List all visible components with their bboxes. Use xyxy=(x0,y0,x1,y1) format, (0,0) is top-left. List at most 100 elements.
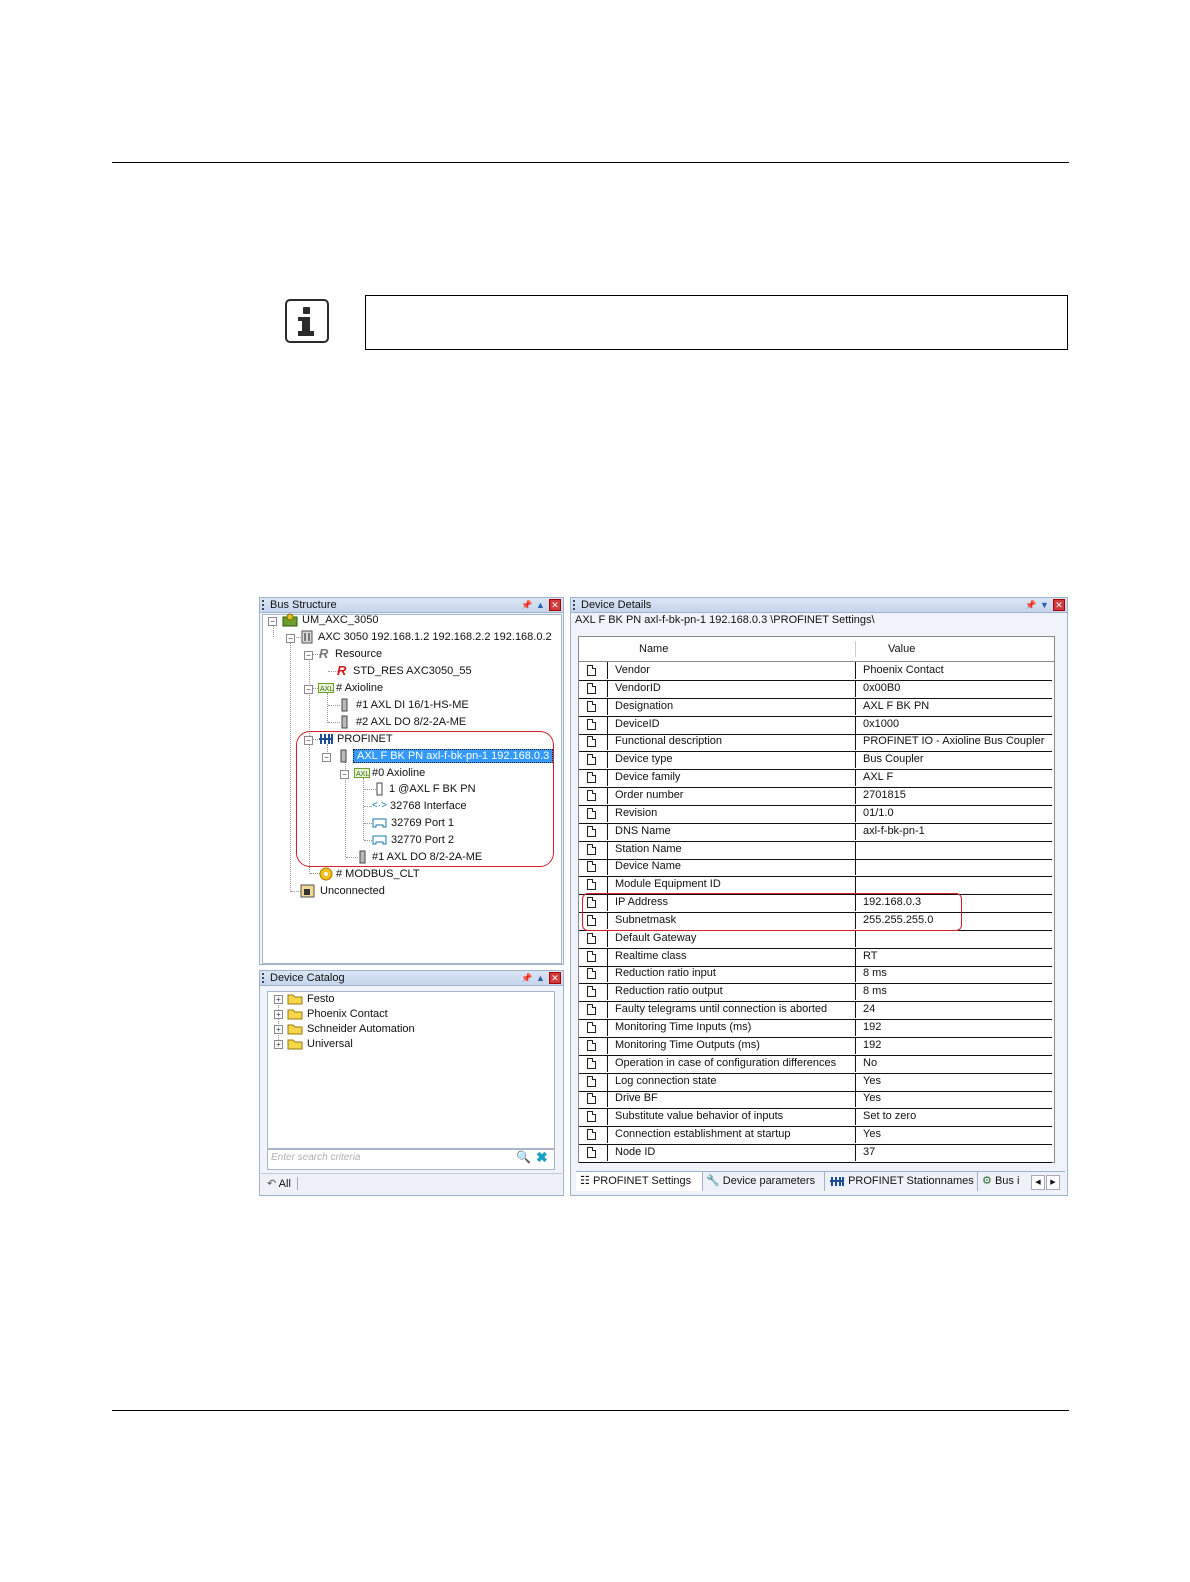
maximize-icon[interactable]: ▲ xyxy=(535,973,546,984)
column-header-value[interactable]: Value xyxy=(888,637,915,661)
detail-row[interactable]: Reduction ratio output 8 ms xyxy=(579,983,1052,1003)
detail-value[interactable]: 192 xyxy=(863,1037,881,1054)
detail-row[interactable]: Station Name xyxy=(579,840,1052,860)
tree-item-std-res[interactable]: R STD_RES AXC3050_55 xyxy=(337,663,472,679)
document-icon xyxy=(587,1004,596,1016)
detail-row[interactable]: Default Gateway xyxy=(579,929,1052,949)
detail-row[interactable]: Faulty telegrams until connection is abo… xyxy=(579,1001,1052,1021)
detail-value[interactable]: 01/1.0 xyxy=(863,805,894,822)
detail-value[interactable]: 192 xyxy=(863,1019,881,1036)
catalog-item-universal[interactable]: Universal xyxy=(287,1036,353,1052)
detail-value[interactable]: RT xyxy=(863,948,877,965)
close-icon[interactable]: ✕ xyxy=(549,599,561,611)
column-header-name[interactable]: Name xyxy=(639,637,668,661)
detail-value[interactable]: No xyxy=(863,1055,877,1072)
detail-row[interactable]: DNS Name axl-f-bk-pn-1 xyxy=(579,822,1052,842)
expand-toggle[interactable]: + xyxy=(274,1010,283,1019)
pin-icon[interactable]: 📌 xyxy=(521,600,532,611)
header-rule xyxy=(112,162,1069,163)
expand-toggle[interactable]: − xyxy=(304,685,313,694)
document-icon xyxy=(587,665,596,676)
detail-row[interactable]: Realtime class RT xyxy=(579,947,1052,967)
detail-value[interactable]: Yes xyxy=(863,1090,881,1107)
tree-item-resource[interactable]: R Resource xyxy=(319,646,382,662)
tree-item-module[interactable]: #1 AXL DI 16/1-HS-ME xyxy=(340,697,469,713)
tree-item-project[interactable]: UM_AXC_3050 xyxy=(282,612,378,628)
detail-value[interactable]: 24 xyxy=(863,1001,875,1018)
detail-row[interactable]: VendorID 0x00B0 xyxy=(579,679,1052,699)
pin-icon[interactable]: 📌 xyxy=(521,973,532,984)
close-icon[interactable]: ✕ xyxy=(1053,599,1065,611)
detail-value[interactable]: 2701815 xyxy=(863,787,906,804)
detail-row[interactable]: Substitute value behavior of inputs Set t… xyxy=(579,1108,1052,1128)
detail-value[interactable]: Bus Coupler xyxy=(863,751,924,768)
tab-profinet-stationnames[interactable]: PROFINET Stationnames xyxy=(825,1172,978,1191)
expand-toggle[interactable]: − xyxy=(304,651,313,660)
tree-item-modbus[interactable]: # MODBUS_CLT xyxy=(318,866,420,882)
detail-row[interactable]: Functional description PROFINET IO - Axio… xyxy=(579,733,1052,753)
detail-row[interactable]: Designation AXL F BK PN xyxy=(579,697,1052,717)
expand-toggle[interactable]: − xyxy=(286,634,295,643)
expand-toggle[interactable]: + xyxy=(274,1025,283,1034)
detail-name: Drive BF xyxy=(615,1092,658,1105)
modbus-icon xyxy=(319,867,333,881)
detail-row[interactable]: Monitoring Time Inputs (ms) 192 xyxy=(579,1019,1052,1038)
tab-scroll-left-button[interactable]: ◀ xyxy=(1031,1175,1045,1190)
detail-value[interactable]: Yes xyxy=(863,1073,881,1090)
detail-row[interactable]: Vendor Phoenix Contact xyxy=(579,662,1052,681)
catalog-item-phoenix[interactable]: Phoenix Contact xyxy=(287,1006,388,1022)
dropdown-icon[interactable]: ▼ xyxy=(1039,600,1050,611)
tree-item-axioline[interactable]: AXL # Axioline xyxy=(318,680,383,696)
module-icon xyxy=(341,698,348,712)
tab-bus[interactable]: ⚙ Bus i xyxy=(978,1172,1032,1191)
detail-row[interactable]: Log connection state Yes xyxy=(579,1072,1052,1092)
pin-icon[interactable]: 📌 xyxy=(1025,600,1036,611)
catalog-search-box[interactable]: Enter search criteria 🔍 ✖ xyxy=(267,1149,555,1170)
detail-row[interactable]: DeviceID 0x1000 xyxy=(579,715,1052,735)
detail-value[interactable]: Yes xyxy=(863,1126,881,1143)
clear-search-icon[interactable]: ✖ xyxy=(536,1149,548,1166)
filter-all-button[interactable]: ↶ All xyxy=(267,1177,298,1190)
detail-value[interactable]: 0x1000 xyxy=(863,716,899,733)
detail-row[interactable]: Node ID 37 xyxy=(579,1143,1052,1163)
detail-name: Operation in case of configuration diffe… xyxy=(615,1056,837,1069)
expand-toggle[interactable]: + xyxy=(274,995,283,1004)
detail-value[interactable]: AXL F BK PN xyxy=(863,698,929,715)
catalog-item-schneider[interactable]: Schneider Automation xyxy=(287,1021,415,1037)
detail-row[interactable]: Drive BF Yes xyxy=(579,1090,1052,1110)
detail-row[interactable]: Revision 01/1.0 xyxy=(579,804,1052,824)
expand-toggle[interactable]: + xyxy=(274,1040,283,1049)
tab-device-parameters[interactable]: 🔧 Device parameters xyxy=(702,1172,825,1191)
tab-profinet-settings[interactable]: ☷ PROFINET Settings xyxy=(576,1172,703,1191)
close-icon[interactable]: ✕ xyxy=(549,972,561,984)
detail-value[interactable]: 0x00B0 xyxy=(863,680,900,697)
detail-name: Log connection state xyxy=(615,1074,717,1087)
search-icon[interactable]: 🔍 xyxy=(516,1150,531,1164)
detail-row[interactable]: Connection establishment at startup Yes xyxy=(579,1126,1052,1146)
detail-value[interactable]: 8 ms xyxy=(863,983,887,1000)
detail-row[interactable]: Device Name xyxy=(579,858,1052,878)
detail-value[interactable]: 8 ms xyxy=(863,965,887,982)
detail-value[interactable]: PROFINET IO - Axioline Bus Coupler xyxy=(863,733,1044,750)
detail-row[interactable]: Reduction ratio input 8 ms xyxy=(579,965,1052,985)
detail-value[interactable]: Set to zero xyxy=(863,1108,916,1125)
row-icon-cell xyxy=(579,1143,608,1161)
tab-scroll-right-button[interactable]: ▶ xyxy=(1046,1175,1060,1190)
tree-item-unconnected[interactable]: Unconnected xyxy=(300,883,385,899)
detail-row[interactable]: Order number 2701815 xyxy=(579,786,1052,806)
detail-value[interactable]: Phoenix Contact xyxy=(863,662,944,679)
maximize-icon[interactable]: ▲ xyxy=(535,600,546,611)
detail-row[interactable]: Device type Bus Coupler xyxy=(579,751,1052,771)
detail-row[interactable]: Device family AXL F xyxy=(579,769,1052,789)
detail-row[interactable]: Operation in case of configuration diffe… xyxy=(579,1054,1052,1074)
catalog-item-festo[interactable]: Festo xyxy=(287,991,335,1007)
tree-item-module[interactable]: #2 AXL DO 8/2-2A-ME xyxy=(340,714,466,730)
row-icon-cell xyxy=(579,1126,608,1144)
tree-item-controller[interactable]: AXC 3050 192.168.1.2 192.168.2.2 192.168… xyxy=(300,629,552,645)
detail-value[interactable]: axl-f-bk-pn-1 xyxy=(863,823,925,840)
detail-row[interactable]: Monitoring Time Outputs (ms) 192 xyxy=(579,1036,1052,1056)
detail-value[interactable]: 37 xyxy=(863,1144,875,1161)
expand-toggle[interactable]: − xyxy=(268,617,277,626)
tree-item-label: #2 AXL DO 8/2-2A-ME xyxy=(356,716,467,728)
detail-value[interactable]: AXL F xyxy=(863,769,893,786)
